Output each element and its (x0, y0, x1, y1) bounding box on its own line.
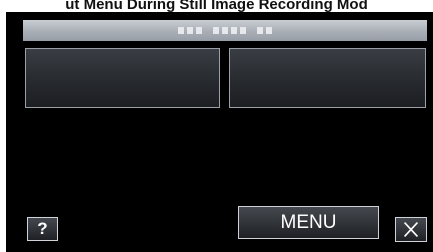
menu-title-bar (23, 20, 427, 41)
title-glyph-block (222, 27, 228, 34)
menu-button[interactable]: MENU (238, 206, 379, 239)
page-caption: ut Menu During Still Image Recording Mod (65, 0, 368, 12)
help-button[interactable]: ? (27, 217, 58, 241)
shortcut-menu-tile-left[interactable] (25, 48, 220, 108)
title-glyph-block (213, 27, 219, 34)
title-glyph-block (257, 27, 263, 34)
camera-screen: ? MENU (6, 12, 433, 252)
title-glyph-block (266, 27, 272, 34)
title-glyph-block (240, 27, 246, 34)
title-glyph-block (178, 27, 184, 34)
close-button[interactable] (395, 217, 427, 242)
title-glyph-block (231, 27, 237, 34)
title-glyph-block (196, 27, 202, 34)
close-icon (403, 222, 419, 237)
shortcut-menu-tile-right[interactable] (229, 48, 426, 108)
title-glyph-block (187, 27, 193, 34)
